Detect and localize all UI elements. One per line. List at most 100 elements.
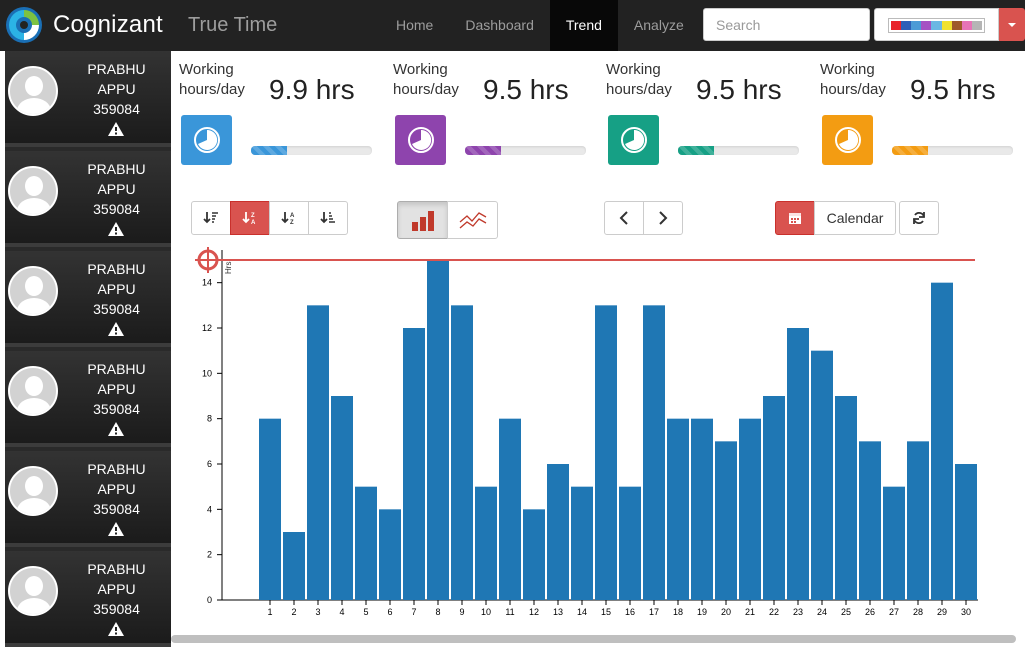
bar-day-10[interactable] (475, 486, 497, 600)
warning-icon[interactable] (107, 321, 125, 337)
svg-text:Z: Z (251, 213, 255, 219)
theme-color-picker[interactable] (874, 8, 999, 41)
x-tick-label: 15 (601, 607, 611, 617)
nav-dashboard[interactable]: Dashboard (449, 0, 550, 51)
bar-day-3[interactable] (307, 305, 329, 600)
bar-day-23[interactable] (787, 328, 809, 600)
working-hours-stat: Working hours/day 9.5 hrs (820, 60, 1025, 170)
color-swatch[interactable] (951, 21, 962, 30)
warning-icon[interactable] (107, 221, 125, 237)
sort-alpha-desc-button[interactable]: Z A (230, 201, 270, 235)
bar-day-21[interactable] (739, 418, 761, 600)
bar-day-24[interactable] (811, 350, 833, 600)
bar-day-14[interactable] (571, 486, 593, 600)
avatar (8, 166, 58, 216)
pie-chart-icon[interactable] (395, 115, 446, 165)
bar-day-18[interactable] (667, 418, 689, 600)
employee-card[interactable]: PRABHU APPU 359084 (5, 151, 171, 247)
bar-day-6[interactable] (379, 509, 401, 600)
warning-icon[interactable] (107, 421, 125, 437)
bar-day-9[interactable] (451, 305, 473, 600)
calendar-button[interactable]: Calendar (814, 201, 896, 235)
color-swatch[interactable] (921, 21, 932, 30)
line-chart-toggle[interactable] (447, 201, 498, 239)
pie-chart-icon[interactable] (822, 115, 873, 165)
x-tick-label: 19 (697, 607, 707, 617)
horizontal-scrollbar[interactable] (171, 635, 1016, 643)
stat-label: Working hours/day (393, 61, 459, 98)
employee-id: 359084 (93, 101, 140, 117)
bar-day-16[interactable] (619, 486, 641, 600)
x-tick-label: 6 (387, 607, 392, 617)
bar-day-22[interactable] (763, 396, 785, 600)
bar-day-13[interactable] (547, 464, 569, 600)
employee-first-name: PRABHU (87, 361, 146, 377)
bar-day-11[interactable] (499, 418, 521, 600)
pie-chart-icon[interactable] (181, 115, 232, 165)
bar-day-15[interactable] (595, 305, 617, 600)
bar-day-1[interactable] (259, 418, 281, 600)
svg-text:A: A (251, 220, 256, 226)
theme-dropdown-button[interactable] (999, 8, 1025, 41)
color-swatch[interactable] (971, 21, 982, 30)
avatar (8, 66, 58, 116)
working-hours-stat: Working hours/day 9.5 hrs (606, 60, 816, 170)
bar-day-19[interactable] (691, 418, 713, 600)
bar-day-28[interactable] (907, 441, 929, 600)
nav-analyze[interactable]: Analyze (618, 0, 700, 51)
employee-last-name: APPU (97, 81, 136, 97)
bar-day-12[interactable] (523, 509, 545, 600)
cognizant-logo-icon (6, 7, 42, 43)
calendar-icon-button[interactable] (775, 201, 815, 235)
employee-card[interactable]: PRABHU APPU 359084 (5, 51, 171, 147)
search-input[interactable] (703, 8, 870, 41)
bar-day-4[interactable] (331, 396, 353, 600)
y-axis-label: Hrs (224, 262, 233, 274)
employee-last-name: APPU (97, 281, 136, 297)
employee-sidebar: PRABHU APPU 359084 PRABHU APPU 359084 PRABHU AP… (5, 51, 171, 647)
bar-chart-toggle[interactable] (397, 201, 448, 239)
x-tick-label: 3 (315, 607, 320, 617)
nav-trend[interactable]: Trend (549, 0, 618, 51)
refresh-button[interactable] (899, 201, 939, 235)
employee-card[interactable]: PRABHU APPU 359084 (5, 251, 171, 347)
color-swatch[interactable] (901, 21, 912, 30)
brand[interactable]: Cognizant (5, 5, 163, 45)
refresh-icon (913, 212, 925, 224)
bar-day-2[interactable] (283, 532, 305, 600)
color-swatch[interactable] (911, 21, 922, 30)
x-tick-label: 8 (435, 607, 440, 617)
bar-day-8[interactable] (427, 260, 449, 600)
previous-button[interactable] (604, 201, 644, 235)
warning-icon[interactable] (107, 521, 125, 537)
sort-alpha-asc-button[interactable]: A Z (269, 201, 309, 235)
bar-day-20[interactable] (715, 441, 737, 600)
bar-day-5[interactable] (355, 486, 377, 600)
warning-icon[interactable] (107, 621, 125, 637)
color-swatch[interactable] (931, 21, 942, 30)
employee-card[interactable]: PRABHU APPU 359084 (5, 451, 171, 547)
progress-bar (251, 146, 372, 155)
next-button[interactable] (643, 201, 683, 235)
bar-day-17[interactable] (643, 305, 665, 600)
color-swatch[interactable] (961, 21, 972, 30)
nav-home[interactable]: Home (380, 0, 449, 51)
employee-id: 359084 (93, 201, 140, 217)
sort-desc-button[interactable] (191, 201, 231, 235)
bar-day-27[interactable] (883, 486, 905, 600)
employee-card[interactable]: PRABHU APPU 359084 (5, 351, 171, 447)
bar-day-7[interactable] (403, 328, 425, 600)
sort-numeric-button[interactable] (308, 201, 348, 235)
bar-day-26[interactable] (859, 441, 881, 600)
color-swatch[interactable] (941, 21, 952, 30)
bar-day-25[interactable] (835, 396, 857, 600)
warning-icon[interactable] (107, 121, 125, 137)
employee-card[interactable]: PRABHU APPU 359084 (5, 551, 171, 647)
color-swatch[interactable] (891, 21, 902, 30)
bar-day-29[interactable] (931, 282, 953, 600)
pie-chart-icon[interactable] (608, 115, 659, 165)
x-tick-label: 29 (937, 607, 947, 617)
bar-day-30[interactable] (955, 464, 977, 600)
stat-value: 9.5 hrs (910, 74, 996, 105)
x-tick-label: 18 (673, 607, 683, 617)
